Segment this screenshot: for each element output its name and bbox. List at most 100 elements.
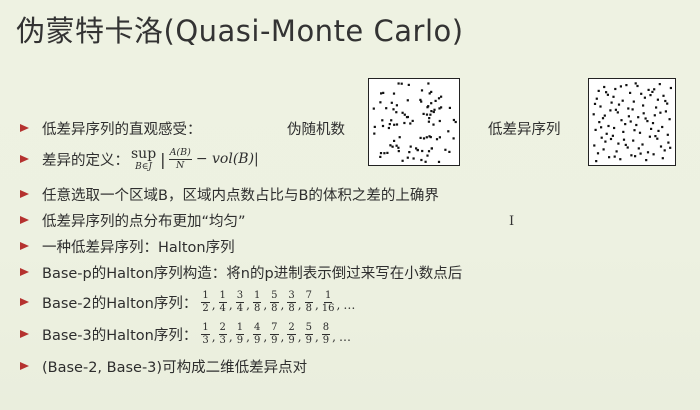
triangle-bullet-icon xyxy=(20,124,29,132)
bullet-text: 任意选取一个区域B，区域内点数占比与B的体积之差的上确界 xyxy=(42,187,439,204)
sequence-comma: , xyxy=(263,297,268,312)
pseudo-random-point xyxy=(437,160,441,163)
halton-point xyxy=(597,89,600,92)
halton-point xyxy=(594,128,597,131)
bullet-text: 差异的定义： xyxy=(42,152,129,169)
triangle-bullet-icon xyxy=(20,216,29,224)
pseudo-random-point xyxy=(383,152,386,155)
pseudo-random-point xyxy=(427,120,430,123)
pseudo-random-point xyxy=(428,117,431,120)
pseudo-random-point xyxy=(403,121,406,125)
pseudo-random-point xyxy=(448,106,451,109)
bullet-item: Base-3的Halton序列： 13,23,19,49,79,29,59,89… xyxy=(20,319,351,349)
sequence-comma: , xyxy=(228,329,233,344)
halton-point xyxy=(644,117,647,120)
pseudo-random-point xyxy=(390,119,393,122)
halton-point xyxy=(606,93,609,96)
bullet-text: Base-3的Halton序列： xyxy=(42,327,198,344)
pseudo-random-point xyxy=(438,119,441,123)
pseudo-random-point xyxy=(379,101,382,104)
sequence-fraction: 29 xyxy=(287,321,296,346)
pseudo-random-point xyxy=(390,101,393,104)
halton-point xyxy=(593,102,597,105)
pseudo-random-point xyxy=(419,98,422,101)
halton-point xyxy=(593,144,596,147)
halton-point xyxy=(666,102,669,105)
halton-point xyxy=(600,126,603,129)
sequence-comma: , xyxy=(280,297,285,312)
halton-point xyxy=(629,120,632,123)
halton-point xyxy=(645,159,648,162)
pseudo-random-point xyxy=(379,155,382,158)
pseudo-random-point xyxy=(447,130,450,133)
halton-point xyxy=(643,96,646,99)
halton-point xyxy=(661,157,664,160)
pseudo-random-point xyxy=(373,125,376,128)
halton-point xyxy=(620,119,623,122)
halton-point xyxy=(605,132,608,135)
bullet-item: Base-p的Halton序列构造：将n的p进制表示倒过来写在小数点后 xyxy=(20,260,462,284)
sequence-fraction: 58 xyxy=(270,289,279,314)
bullet-item: 低差异序列的直观感受： xyxy=(20,116,202,140)
pseudo-random-point xyxy=(425,113,429,116)
sequence-fraction: 59 xyxy=(304,321,313,346)
low-discrepancy-scatter-panel xyxy=(588,78,676,166)
triangle-bullet-icon xyxy=(20,268,29,276)
pseudo-random-point xyxy=(392,108,395,111)
pseudo-random-point xyxy=(454,120,457,124)
pseudo-random-point xyxy=(448,150,451,153)
pseudo-random-point xyxy=(395,104,398,107)
pseudo-random-point xyxy=(409,122,412,125)
halton-point xyxy=(601,117,605,120)
halton-point xyxy=(629,91,632,94)
halton-point xyxy=(654,135,657,138)
triangle-bullet-icon xyxy=(20,242,29,250)
halton-point xyxy=(659,111,662,114)
sequence-comma: , xyxy=(297,329,302,344)
pseudo-random-point xyxy=(426,154,429,157)
pseudo-random-point xyxy=(381,119,384,122)
pseudo-random-point xyxy=(430,110,433,113)
halton-point xyxy=(664,99,667,103)
halton-point xyxy=(653,114,656,117)
halton-point xyxy=(598,121,601,124)
pseudo-random-point xyxy=(382,91,385,94)
pseudo-random-point xyxy=(380,92,383,95)
halton-point xyxy=(651,122,655,125)
halton-point xyxy=(611,134,614,137)
halton-point xyxy=(639,152,642,155)
bullet-item: 一种低差异序列：Halton序列 xyxy=(20,234,235,258)
pseudo-random-point xyxy=(407,83,410,86)
bullet-text: 一种低差异序列：Halton序列 xyxy=(42,239,235,256)
halton-point xyxy=(604,140,607,143)
pseudo-random-point xyxy=(398,136,401,139)
sequence-comma: , xyxy=(246,329,250,344)
pseudo-random-point xyxy=(412,157,415,160)
sequence-fraction: 49 xyxy=(252,321,262,346)
sequence-fraction: 18 xyxy=(252,289,262,314)
bullet-item: Base-2的Halton序列： 12,14,34,18,58,38,78,11… xyxy=(20,287,355,317)
pseudo-random-point xyxy=(409,145,412,148)
halton-point xyxy=(624,123,627,126)
halton-point xyxy=(627,107,630,110)
pseudo-random-point xyxy=(427,150,431,153)
halton-point xyxy=(614,87,617,91)
halton-point xyxy=(661,125,664,129)
pseudo-random-scatter-panel xyxy=(368,78,460,166)
halton-point xyxy=(595,160,598,163)
label-pseudo-random: 伪随机数 xyxy=(287,122,345,138)
halton-point xyxy=(608,156,611,159)
pseudo-random-point xyxy=(400,82,403,85)
sequence-comma: , xyxy=(332,329,336,344)
halton-point xyxy=(635,123,638,127)
pseudo-random-point xyxy=(406,156,409,159)
halton-point xyxy=(627,115,630,118)
bullet-item: 任意选取一个区域B，区域内点数占比与B的体积之差的上确界 xyxy=(20,182,439,206)
pseudo-random-point xyxy=(403,113,406,116)
slide-title: 伪蒙特卡洛(Quasi-Monte Carlo) xyxy=(16,14,464,48)
pseudo-random-point xyxy=(408,151,411,154)
pseudo-random-point xyxy=(430,147,433,150)
sequence-fraction: 79 xyxy=(270,321,279,346)
halton-point xyxy=(633,129,636,132)
halton-point xyxy=(669,146,672,149)
